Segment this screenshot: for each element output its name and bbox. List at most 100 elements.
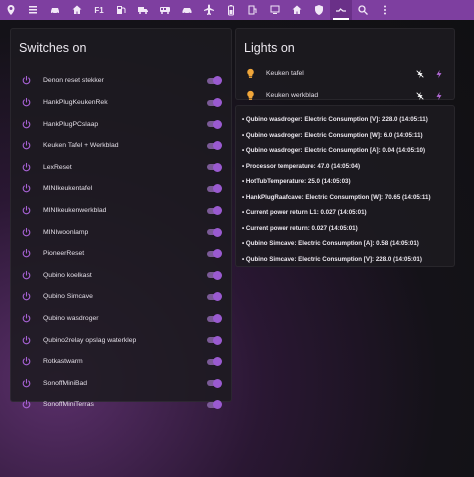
switch-label: SonoffMiniTerras [43,401,94,409]
switch-toggle[interactable] [207,314,222,324]
switch-row[interactable]: Keuken Tafel + Werkblad [11,135,231,157]
monitor-icon[interactable] [264,0,286,20]
top-toolbar: F1 [0,0,474,20]
sensors-card: • Qubino wasdroger: Electric Consumption… [235,105,455,267]
power-icon [21,378,32,389]
switch-row[interactable]: MINIkeukenwerkblad [11,200,231,222]
f1-icon[interactable]: F1 [88,0,110,20]
flash-icon[interactable] [432,67,446,81]
switch-row[interactable]: HankPlugKeukenRek [11,92,231,114]
switch-label: Qubino wasdroger [43,315,99,323]
switch-row[interactable]: MINIkeukentafel [11,178,231,200]
home-icon[interactable] [286,0,308,20]
sensor-item: • Qubino wasdroger: Electric Consumption… [242,131,423,139]
power-icon [21,313,32,324]
light-row[interactable]: Keuken tafel [236,63,454,85]
switch-label: LexReset [43,163,72,171]
lights-card-title: Lights on [244,41,295,55]
list-icon[interactable] [22,0,44,20]
charger-icon[interactable] [242,0,264,20]
flash-icon[interactable] [432,89,446,103]
switch-toggle[interactable] [207,119,222,129]
switch-toggle[interactable] [207,76,222,86]
home-icon[interactable] [66,0,88,20]
sensor-item: • Qubino Simcave: Electric Consumption [… [242,255,422,263]
switch-toggle[interactable] [207,357,222,367]
flash-off-icon[interactable] [413,67,427,81]
switch-row[interactable]: LexReset [11,157,231,179]
switch-label: Qubino koelkast [43,271,92,279]
power-icon [21,291,32,302]
switch-label: HankPlugKeukenRek [43,99,108,107]
power-icon [21,75,32,86]
battery-icon[interactable] [220,0,242,20]
switch-label: Qubino Simcave [43,293,93,301]
power-icon [21,270,32,281]
switch-toggle[interactable] [207,335,222,345]
switch-row[interactable]: Qubino wasdroger [11,308,231,330]
bus-icon[interactable] [154,0,176,20]
fuel-icon[interactable] [110,0,132,20]
sensor-item: • Current power return L1: 0.027 (14:05:… [242,209,367,217]
power-icon [21,140,32,151]
search-icon[interactable] [352,0,374,20]
lightbulb-icon [244,68,256,80]
switch-toggle[interactable] [207,378,222,388]
power-icon [21,97,32,108]
switch-toggle[interactable] [207,206,222,216]
switch-label: PioneerReset [43,250,85,258]
switch-toggle[interactable] [207,98,222,108]
power-icon [21,335,32,346]
map-marker-icon[interactable] [0,0,22,20]
switch-label: HankPlugPCslaap [43,120,99,128]
switch-label: MINIwoonlamp [43,228,89,236]
sensor-item: • Qubino Simcave: Electric Consumption [… [242,240,419,248]
switch-toggle[interactable] [207,227,222,237]
light-row[interactable]: Keuken werkblad [236,85,454,107]
plane-icon[interactable] [198,0,220,20]
light-label: Keuken werkblad [266,92,319,100]
car-icon[interactable] [176,0,198,20]
sensor-list: • Qubino wasdroger: Electric Consumption… [242,112,450,267]
switch-row[interactable]: PioneerReset [11,243,231,265]
switch-toggle[interactable] [207,292,222,302]
power-icon [21,227,32,238]
switch-row[interactable]: HankPlugPCslaap [11,113,231,135]
car-icon[interactable] [44,0,66,20]
lightbulb-icon [244,90,256,102]
sensor-item: • HotTubTemperature: 25.0 (14:05:03) [242,178,351,186]
more-icon[interactable] [374,0,396,20]
switch-row[interactable]: SonoffMiniBad [11,373,231,395]
power-icon [21,162,32,173]
truck-icon[interactable] [132,0,154,20]
switch-row[interactable]: Denon reset stekker [11,70,231,92]
lights-card: Lights on Keuken tafel Keuken werkblad [235,28,455,101]
sensor-item: • Qubino wasdroger: Electric Consumption… [242,147,426,155]
switch-toggle[interactable] [207,400,222,410]
switch-row[interactable]: Qubino Simcave [11,286,231,308]
power-icon [21,183,32,194]
switch-toggle[interactable] [207,184,222,194]
flash-off-icon[interactable] [413,89,427,103]
switch-toggle[interactable] [207,249,222,259]
switch-toggle[interactable] [207,270,222,280]
switch-icon[interactable] [330,0,352,20]
power-icon [21,356,32,367]
switches-card: Switches on Denon reset stekker HankPlugK… [10,28,232,410]
power-icon [21,205,32,216]
switch-row[interactable]: Qubino2relay opslag waterklep [11,329,231,351]
switch-label: MINIkeukentafel [43,185,93,193]
shield-icon[interactable] [308,0,330,20]
switch-row[interactable]: Rotkastwarm [11,351,231,373]
switch-row[interactable]: MINIwoonlamp [11,221,231,243]
switch-row[interactable]: SonoffMiniTerras [11,394,231,416]
switch-label: SonoffMiniBad [43,379,88,387]
sensor-item: • Processor temperature: 47.0 (14:05:04) [242,162,361,170]
sensor-item: • Qubino wasdroger: Electric Consumption… [242,116,428,124]
switch-toggle[interactable] [207,162,222,172]
switch-toggle[interactable] [207,141,222,151]
switch-label: Keuken Tafel + Werkblad [43,142,119,150]
switch-label: Denon reset stekker [43,77,104,85]
switch-label: Qubino2relay opslag waterklep [43,336,137,344]
switch-row[interactable]: Qubino koelkast [11,265,231,287]
